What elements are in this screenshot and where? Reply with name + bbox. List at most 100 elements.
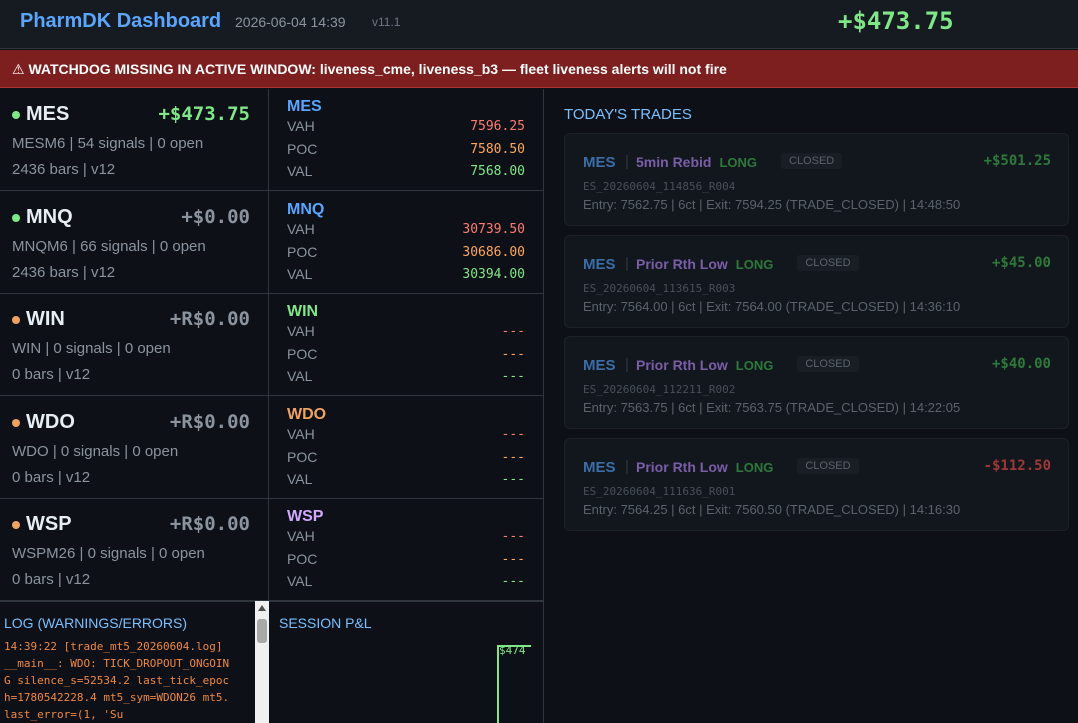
val-label: VAL bbox=[287, 368, 313, 384]
trade-side: LONG bbox=[735, 256, 774, 272]
trade-status-badge: CLOSED bbox=[797, 356, 859, 372]
trade-pnl: +$45.00 bbox=[991, 254, 1051, 271]
symbol-summary: WIN | 0 signals | 0 open bbox=[12, 340, 171, 357]
symbol-summary: WDO | 0 signals | 0 open bbox=[12, 442, 179, 460]
trade-card[interactable]: MES | Prior Rth Low LONG CLOSED +$40.00 ES_202… bbox=[564, 336, 1069, 429]
symbol-card[interactable]: MES +$473.75 MESM6 | 54 signals | 0 open 24… bbox=[0, 89, 268, 191]
trade-side: LONG bbox=[719, 155, 758, 170]
symbol-card[interactable]: WSP +R$0.00 WSPM26 | 0 signals | 0 open 0 b… bbox=[0, 499, 268, 601]
log-panel: LOG (WARNINGS/ERRORS) 14:39:22 [trade_mt… bbox=[0, 601, 255, 723]
trade-pnl: -$112.50 bbox=[983, 457, 1051, 474]
poc-value: 30686.00 bbox=[462, 244, 525, 260]
symbol-name: WDO bbox=[26, 410, 75, 433]
poc-label: POC bbox=[287, 551, 318, 567]
trade-id: ES_20260604_112211_R002 bbox=[583, 383, 736, 396]
status-dot-icon bbox=[12, 316, 20, 324]
symbol-name: MNQ bbox=[26, 205, 73, 228]
levels-card: MES VAH 7596.25 POC 7580.50 VAL 7568.00 bbox=[269, 89, 543, 191]
trade-id: ES_20260604_113615_R003 bbox=[583, 281, 736, 295]
trade-symbol: MES bbox=[583, 154, 616, 171]
symbol-bars: 2436 bars | v12 bbox=[12, 263, 116, 281]
separator: | bbox=[625, 254, 629, 272]
vah-label: VAH bbox=[287, 528, 315, 544]
log-scrollbar[interactable] bbox=[255, 601, 269, 723]
val-label: VAL bbox=[287, 573, 313, 589]
poc-value: --- bbox=[501, 449, 525, 465]
trade-symbol: MES bbox=[583, 255, 616, 273]
trade-id: ES_20260604_114856_R004 bbox=[583, 180, 736, 193]
levels-symbol: WIN bbox=[287, 303, 319, 320]
val-label: VAL bbox=[287, 470, 313, 487]
trade-card[interactable]: MES | 5min Rebid LONG CLOSED +$501.25 ES_20260… bbox=[564, 133, 1069, 226]
vah-label: VAH bbox=[287, 323, 315, 339]
levels-card: MNQ VAH 30739.50 POC 30686.00 VAL 30394.00 bbox=[269, 192, 543, 294]
vah-label: VAH bbox=[287, 118, 315, 134]
vah-label: VAH bbox=[287, 425, 315, 442]
header-bar: PharmDK Dashboard 2026-06-04 14:39 v11.1… bbox=[0, 0, 1078, 49]
levels-card: WSP VAH --- POC --- VAL --- bbox=[269, 499, 543, 601]
scroll-up-icon[interactable] bbox=[258, 605, 266, 611]
poc-label: POC bbox=[287, 448, 318, 465]
vah-label: VAH bbox=[287, 220, 315, 237]
trade-detail: Entry: 7564.25 | 6ct | Exit: 7560.50 (TR… bbox=[583, 501, 961, 517]
app-title: PharmDK Dashboard bbox=[20, 10, 222, 32]
poc-label: POC bbox=[287, 346, 318, 362]
trade-status-badge: CLOSED bbox=[781, 153, 843, 169]
val-value: --- bbox=[501, 369, 525, 384]
levels-symbol: MES bbox=[287, 98, 322, 115]
val-value: --- bbox=[501, 574, 525, 589]
status-dot-icon bbox=[12, 418, 20, 427]
trade-pnl: +$501.25 bbox=[983, 153, 1051, 169]
trade-strategy: 5min Rebid bbox=[636, 154, 712, 170]
symbol-card[interactable]: MNQ +$0.00 MNQM6 | 66 signals | 0 open 2436… bbox=[0, 192, 268, 294]
trade-strategy: Prior Rth Low bbox=[636, 357, 728, 373]
poc-value: --- bbox=[501, 347, 525, 362]
trades-panel: TODAY'S TRADES MES | 5min Rebid LONG CLOSED +… bbox=[544, 89, 1078, 723]
trade-status-badge: CLOSED bbox=[797, 457, 859, 474]
symbol-name: MES bbox=[26, 103, 70, 125]
levels-panel: MES VAH 7596.25 POC 7580.50 VAL 7568.00 MNQ VAH 3… bbox=[269, 89, 544, 601]
trade-status-badge: CLOSED bbox=[797, 254, 859, 271]
symbol-bars: 2436 bars | v12 bbox=[12, 161, 116, 178]
symbol-name: WSP bbox=[26, 513, 72, 535]
poc-value: --- bbox=[501, 552, 525, 567]
symbol-summary: MNQM6 | 66 signals | 0 open bbox=[12, 237, 206, 255]
trade-card[interactable]: MES | Prior Rth Low LONG CLOSED -$112.50 ES_20… bbox=[564, 437, 1069, 531]
trade-card[interactable]: MES | Prior Rth Low LONG CLOSED +$45.00 ES_202… bbox=[564, 234, 1069, 328]
symbols-panel: MES +$473.75 MESM6 | 54 signals | 0 open 24… bbox=[0, 89, 269, 601]
scroll-thumb[interactable] bbox=[257, 619, 267, 643]
trade-strategy: Prior Rth Low bbox=[636, 458, 728, 475]
log-text: 14:39:22 [trade_mt5_20260604.log] __main… bbox=[4, 640, 230, 721]
symbol-pnl: +R$0.00 bbox=[169, 513, 250, 535]
session-title: SESSION P&L bbox=[279, 615, 372, 631]
trade-symbol: MES bbox=[583, 357, 616, 374]
trade-side: LONG bbox=[735, 459, 774, 475]
val-value: 30394.00 bbox=[462, 266, 525, 282]
timestamp: 2026-06-04 14:39 bbox=[235, 14, 346, 30]
trade-id: ES_20260604_111636_R001 bbox=[583, 484, 736, 498]
vah-value: 30739.50 bbox=[462, 221, 525, 237]
vah-value: --- bbox=[501, 426, 525, 442]
symbol-pnl: +R$0.00 bbox=[169, 308, 250, 330]
symbol-name: WIN bbox=[26, 308, 65, 330]
levels-card: WIN VAH --- POC --- VAL --- bbox=[269, 294, 543, 396]
val-label: VAL bbox=[287, 265, 313, 282]
status-dot-icon bbox=[12, 521, 20, 529]
trades-title: TODAY'S TRADES bbox=[564, 106, 692, 123]
val-value: --- bbox=[501, 471, 525, 487]
poc-value: 7580.50 bbox=[470, 142, 525, 157]
levels-card: WDO VAH --- POC --- VAL --- bbox=[269, 397, 543, 499]
session-pnl-panel: $474 SESSION P&L bbox=[269, 601, 544, 723]
trade-side: LONG bbox=[735, 358, 774, 373]
status-dot-icon bbox=[12, 111, 20, 119]
symbol-summary: MESM6 | 54 signals | 0 open bbox=[12, 135, 204, 152]
watchdog-alert-banner: ⚠ WATCHDOG MISSING IN ACTIVE WINDOW: liv… bbox=[0, 50, 1078, 88]
trade-strategy: Prior Rth Low bbox=[636, 255, 728, 272]
levels-symbol: WDO bbox=[287, 405, 327, 423]
total-pnl: +$473.75 bbox=[838, 7, 954, 35]
log-title: LOG (WARNINGS/ERRORS) bbox=[4, 615, 188, 631]
val-value: 7568.00 bbox=[470, 164, 525, 179]
trade-detail: Entry: 7562.75 | 6ct | Exit: 7594.25 (TR… bbox=[583, 197, 961, 212]
symbol-card[interactable]: WDO +R$0.00 WDO | 0 signals | 0 open 0 bars… bbox=[0, 397, 268, 499]
symbol-card[interactable]: WIN +R$0.00 WIN | 0 signals | 0 open 0 bars… bbox=[0, 294, 268, 396]
